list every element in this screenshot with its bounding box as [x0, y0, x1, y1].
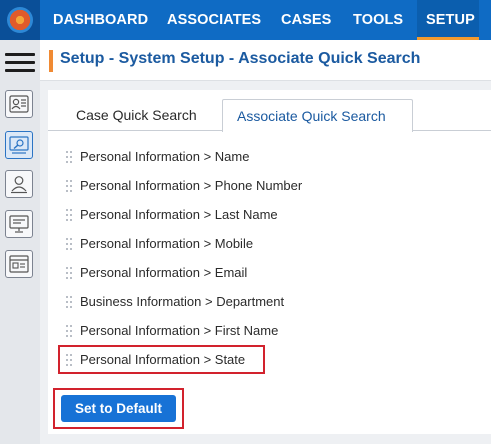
- drag-handle-icon[interactable]: [66, 238, 72, 250]
- nav-associates[interactable]: ASSOCIATES: [167, 0, 261, 40]
- header-accent-bar: [49, 50, 53, 72]
- associate-card-icon[interactable]: [5, 90, 33, 118]
- field-label: Personal Information > First Name: [80, 323, 279, 338]
- set-to-default-button[interactable]: Set to Default: [61, 395, 176, 422]
- app-logo[interactable]: [0, 0, 40, 40]
- window-icon[interactable]: [5, 250, 33, 278]
- menu-icon[interactable]: [5, 53, 35, 73]
- drag-handle-icon[interactable]: [66, 209, 72, 221]
- field-label: Personal Information > Phone Number: [80, 178, 303, 193]
- user-icon[interactable]: [5, 170, 33, 198]
- highlight-box-state: [58, 345, 265, 374]
- drag-handle-icon[interactable]: [66, 325, 72, 337]
- page-title: Setup - System Setup - Associate Quick S…: [60, 50, 421, 67]
- monitor-icon[interactable]: [5, 210, 33, 238]
- field-label: Business Information > Department: [80, 294, 285, 309]
- quick-search-icon[interactable]: [5, 131, 33, 159]
- field-label: Personal Information > Mobile: [80, 236, 254, 251]
- drag-handle-icon[interactable]: [66, 180, 72, 192]
- drag-handle-icon[interactable]: [66, 296, 72, 308]
- field-label: Personal Information > Email: [80, 265, 248, 280]
- nav-dashboard[interactable]: DASHBOARD: [53, 0, 148, 40]
- nav-setup[interactable]: SETUP: [426, 0, 475, 40]
- drag-handle-icon[interactable]: [66, 267, 72, 279]
- tab-case-quick-search[interactable]: Case Quick Search: [62, 99, 211, 131]
- logo-icon: [7, 7, 33, 33]
- tab-associate-quick-search[interactable]: Associate Quick Search: [222, 99, 413, 132]
- drag-handle-icon[interactable]: [66, 151, 72, 163]
- field-label: Personal Information > Name: [80, 149, 250, 164]
- nav-tools[interactable]: TOOLS: [353, 0, 403, 40]
- field-label: Personal Information > Last Name: [80, 207, 278, 222]
- page-header: Setup - System Setup - Associate Quick S…: [40, 40, 491, 81]
- nav-cases[interactable]: CASES: [281, 0, 331, 40]
- top-nav-bar: DASHBOARD ASSOCIATES CASES TOOLS SETUP: [0, 0, 491, 40]
